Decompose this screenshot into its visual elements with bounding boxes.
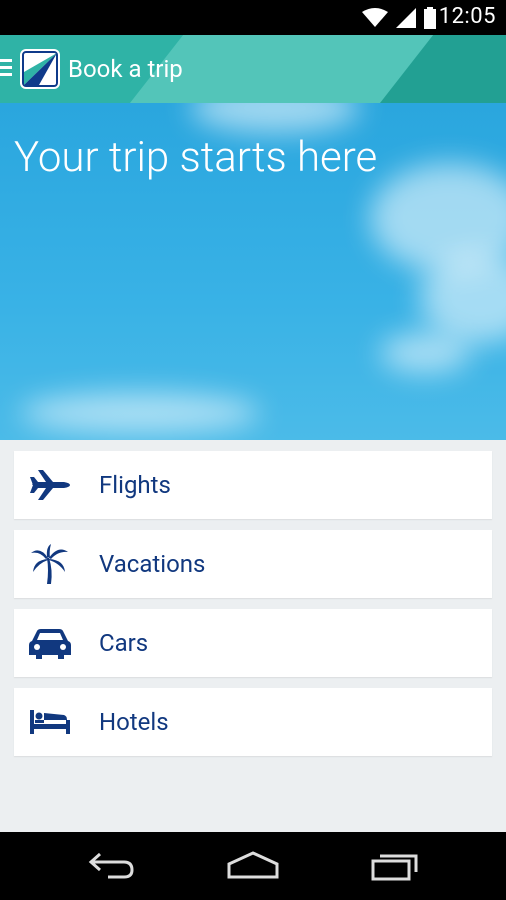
- menu-icon[interactable]: [0, 59, 12, 80]
- airline-logo-icon[interactable]: [19, 48, 61, 90]
- palm-tree-icon: [31, 544, 68, 584]
- bed-icon: [30, 710, 70, 734]
- plane-icon: [30, 470, 70, 500]
- wifi-icon: [362, 8, 388, 27]
- car-icon: [29, 629, 71, 659]
- app-title: Book a trip: [68, 55, 183, 83]
- cloud-decoration: [380, 333, 470, 373]
- cloud-decoration: [20, 393, 260, 433]
- battery-icon: [424, 7, 436, 29]
- hero-title: Your trip starts here: [14, 133, 378, 182]
- menu-item-label: Vacations: [99, 550, 206, 578]
- menu-item-label: Hotels: [99, 708, 169, 736]
- home-icon[interactable]: [226, 850, 280, 880]
- menu-item-cars[interactable]: Cars: [14, 609, 492, 677]
- cloud-decoration: [190, 103, 360, 133]
- status-time: 12:05: [438, 4, 496, 29]
- menu-item-vacations[interactable]: Vacations: [14, 530, 492, 598]
- menu-item-label: Cars: [99, 629, 149, 657]
- menu-item-hotels[interactable]: Hotels: [14, 688, 492, 756]
- app-bar: Book a trip: [0, 35, 506, 103]
- hero-banner: Your trip starts here: [0, 103, 506, 440]
- booking-options-list: Flights Vacations Cars Hotels: [14, 451, 492, 767]
- status-bar: 12:05: [0, 0, 506, 35]
- cell-signal-icon: [396, 8, 416, 28]
- recent-apps-icon[interactable]: [370, 850, 420, 882]
- system-nav-bar: [0, 832, 506, 900]
- menu-item-label: Flights: [99, 471, 171, 499]
- back-icon[interactable]: [88, 850, 136, 880]
- menu-item-flights[interactable]: Flights: [14, 451, 492, 519]
